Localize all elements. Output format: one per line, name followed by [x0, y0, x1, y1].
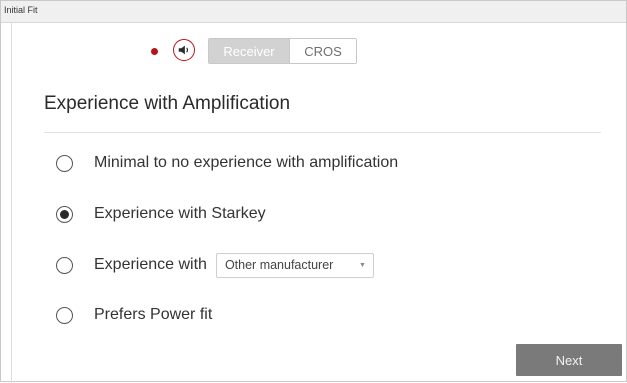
ear-indicator-dot	[151, 48, 158, 55]
option-label: Minimal to no experience with amplificat…	[94, 154, 399, 171]
manufacturer-dropdown-value: Other manufacturer	[224, 258, 334, 272]
left-divider	[11, 23, 12, 383]
radio-experience-starkey[interactable]	[56, 205, 73, 223]
option-experience-starkey[interactable]: Experience with Starkey	[56, 203, 266, 225]
option-experience-other[interactable]: Experience with Other manufacturer ▼	[56, 252, 374, 278]
option-label: Experience with Starkey	[94, 205, 266, 222]
title-bar: Initial Fit	[1, 1, 626, 23]
radio-minimal-experience[interactable]	[56, 154, 73, 172]
window-title: Initial Fit	[4, 5, 38, 15]
next-button[interactable]: Next	[516, 344, 622, 376]
radio-experience-other[interactable]	[56, 256, 73, 274]
initial-fit-window: Initial Fit Receiver CROS Experience wit…	[0, 0, 627, 383]
chevron-down-icon: ▼	[359, 261, 366, 269]
option-prefers-power-fit[interactable]: Prefers Power fit	[56, 304, 212, 326]
radio-selected-dot	[60, 209, 69, 219]
speaker-icon	[178, 45, 189, 55]
speaker-button[interactable]	[173, 39, 195, 61]
option-minimal-experience[interactable]: Minimal to no experience with amplificat…	[56, 152, 398, 174]
manufacturer-dropdown[interactable]: Other manufacturer ▼	[215, 252, 374, 278]
segment-cros[interactable]: CROS	[289, 39, 356, 63]
section-title: Experience with Amplification	[44, 93, 291, 114]
segment-receiver[interactable]: Receiver	[209, 39, 289, 63]
section-divider	[44, 132, 601, 133]
option-label: Experience with	[94, 256, 207, 273]
option-label: Prefers Power fit	[94, 306, 213, 323]
fitting-type-toggle: Receiver CROS	[208, 38, 357, 64]
radio-prefers-power-fit[interactable]	[56, 306, 73, 324]
